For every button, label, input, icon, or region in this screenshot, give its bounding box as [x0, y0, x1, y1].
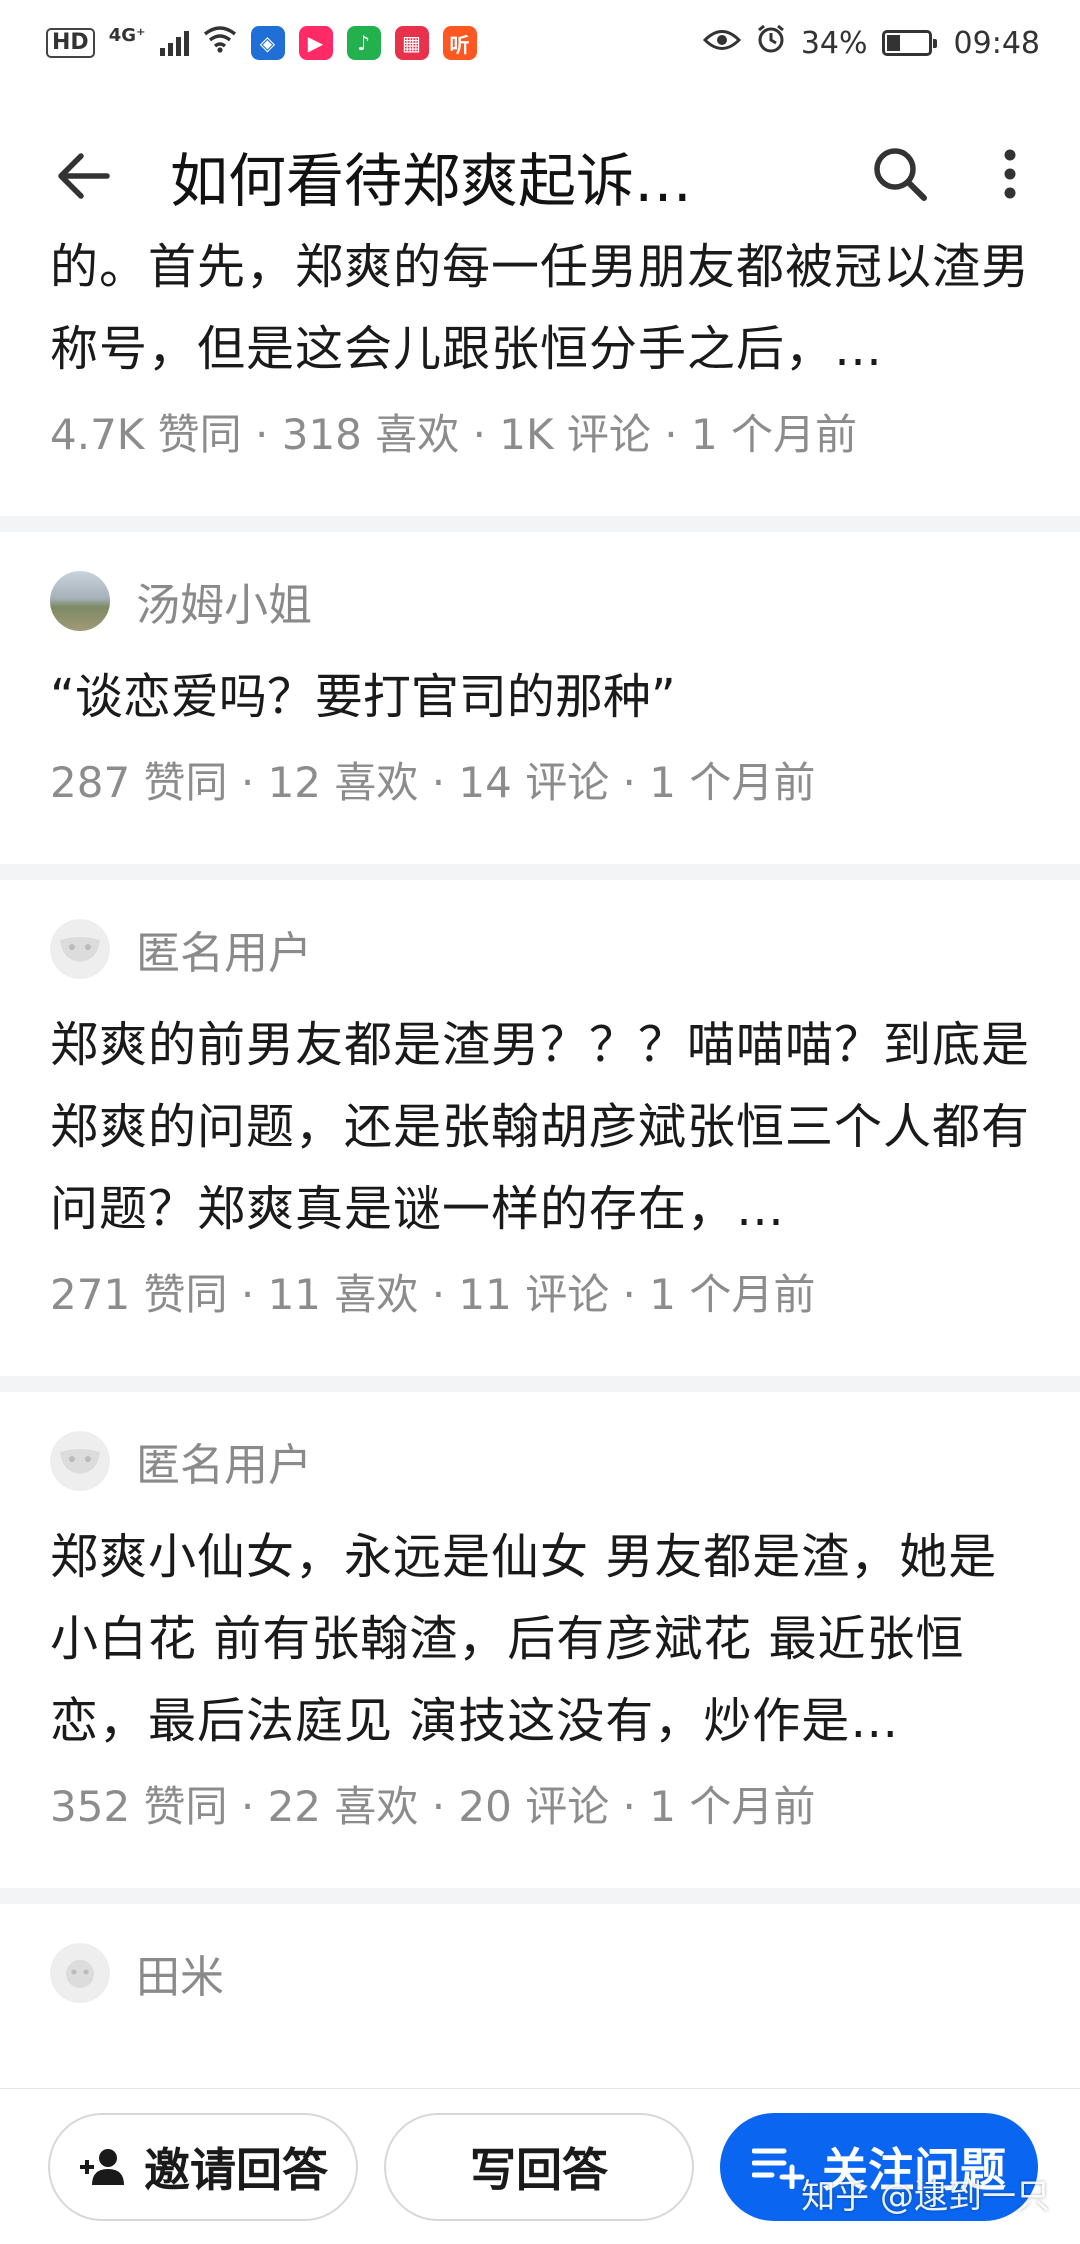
battery-percent: 34%: [800, 25, 868, 61]
avatar[interactable]: [50, 571, 110, 631]
more-button[interactable]: [960, 124, 1060, 224]
avatar[interactable]: [50, 1943, 110, 2003]
answer-stats: 287 赞同 · 12 喜欢 · 14 评论 · 1 个月前: [50, 758, 816, 807]
answer-author[interactable]: 匿名用户: [50, 894, 1030, 1004]
answer-excerpt: 的。首先，郑爽的每一任男朋友都被冠以渣男称号，但是这会儿跟张恒分手之后，…: [50, 239, 1030, 377]
calendar-app-icon: ▦: [394, 26, 429, 60]
anonymous-mask-icon: [60, 1449, 100, 1474]
back-arrow-icon: [58, 153, 110, 199]
follow-list-plus-icon: [752, 2148, 805, 2189]
top-bar: 如何看待郑爽起诉…: [0, 112, 1080, 240]
answer-author[interactable]: 匿名用户: [50, 1406, 1030, 1516]
network-type: 4G⁺: [108, 24, 146, 46]
default-avatar-icon: [66, 1960, 94, 1988]
answer-card[interactable]: 汤姆小姐 “谈恋爱吗？要打官司的那种” 287 赞同 · 12 喜欢 · 14 …: [0, 532, 1080, 828]
answer-author[interactable]: 汤姆小姐: [50, 546, 1030, 656]
clock: 09:48: [953, 25, 1040, 61]
eye-comfort-icon: [702, 26, 741, 61]
search-icon: [874, 148, 927, 201]
card-divider: [0, 516, 1080, 532]
answer-author[interactable]: 田米: [50, 1918, 1030, 2028]
invite-answer-label: 邀请回答: [144, 2142, 328, 2197]
avatar[interactable]: [50, 1431, 110, 1491]
wifi-icon: [203, 25, 237, 61]
answer-stats: 4.7K 赞同 · 318 喜欢 · 1K 评论 · 1 个月前: [50, 410, 858, 459]
page-title: 如何看待郑爽起诉…: [170, 147, 693, 215]
search-button[interactable]: [850, 124, 950, 224]
signal-icon: [159, 30, 189, 56]
bottom-action-bar: 邀请回答 写回答 关注问题 知乎 @逮到一只: [0, 2088, 1080, 2244]
answer-card[interactable]: 匿名用户 郑爽的前男友都是渣男？？？喵喵喵？到底是郑爽的问题，还是张翰胡彦斌张恒…: [0, 880, 1080, 1340]
answer-excerpt: 郑爽小仙女，永远是仙女 男友都是渣，她是小白花 前有张翰渣，后有彦斌花 最近张恒…: [50, 1529, 998, 1749]
cloud-music-app-icon: ♪: [346, 26, 381, 60]
invite-answer-button[interactable]: 邀请回答: [48, 2112, 358, 2221]
status-bar-left: HD 4G⁺ ◈ ▶ ♪ ▦ 听: [46, 25, 477, 61]
youku-app-icon: ▶: [298, 26, 333, 60]
author-name[interactable]: 匿名用户: [136, 917, 312, 981]
invite-person-icon: [80, 2148, 124, 2185]
write-answer-label: 写回答: [470, 2142, 608, 2197]
card-divider: [0, 1888, 1080, 1904]
more-vertical-icon: [1004, 149, 1016, 199]
answer-feed: 的。首先，郑爽的每一任男朋友都被冠以渣男称号，但是这会儿跟张恒分手之后，… 4.…: [0, 226, 1080, 2028]
battery-icon: [881, 30, 937, 56]
answer-card[interactable]: 的。首先，郑爽的每一任男朋友都被冠以渣男称号，但是这会儿跟张恒分手之后，… 4.…: [0, 226, 1080, 480]
author-name[interactable]: 匿名用户: [136, 1429, 312, 1493]
follow-question-label: 关注问题: [822, 2142, 1006, 2197]
avatar[interactable]: [50, 919, 110, 979]
answer-excerpt: 郑爽的前男友都是渣男？？？喵喵喵？到底是郑爽的问题，还是张翰胡彦斌张恒三个人都有…: [50, 1017, 1030, 1237]
ting-app-icon: 听: [442, 26, 477, 60]
answer-excerpt: “谈恋爱吗？要打官司的那种”: [50, 669, 676, 725]
author-name[interactable]: 田米: [136, 1941, 224, 2005]
alarm-icon: [755, 23, 787, 63]
security-app-icon: ◈: [250, 26, 285, 60]
author-name[interactable]: 汤姆小姐: [136, 569, 312, 633]
follow-question-button[interactable]: 关注问题: [720, 2112, 1038, 2221]
back-button[interactable]: [28, 121, 138, 231]
answer-card[interactable]: 匿名用户 郑爽小仙女，永远是仙女 男友都是渣，她是小白花 前有张翰渣，后有彦斌花…: [0, 1392, 1080, 1852]
answer-stats: 352 赞同 · 22 喜欢 · 20 评论 · 1 个月前: [50, 1782, 816, 1831]
hd-indicator: HD: [46, 28, 95, 58]
answer-stats: 271 赞同 · 11 喜欢 · 11 评论 · 1 个月前: [50, 1270, 816, 1319]
card-divider: [0, 864, 1080, 880]
answer-card[interactable]: 田米: [0, 1904, 1080, 2028]
write-answer-button[interactable]: 写回答: [384, 2112, 694, 2221]
card-divider: [0, 1376, 1080, 1392]
status-bar-right: 34% 09:48: [702, 23, 1040, 63]
status-bar: HD 4G⁺ ◈ ▶ ♪ ▦ 听 34% 09:48: [0, 0, 1080, 86]
anonymous-mask-icon: [60, 937, 100, 962]
